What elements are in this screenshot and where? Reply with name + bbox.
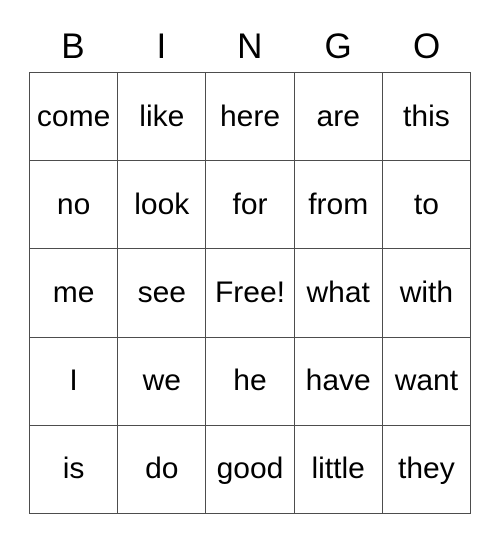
header-letter-n: N [237, 27, 263, 66]
bingo-cell-label: come [36, 99, 111, 133]
bingo-cell-label: we [142, 364, 181, 398]
bingo-cell[interactable]: come [30, 73, 119, 162]
bingo-cell-label: little [311, 452, 365, 486]
bingo-cell[interactable]: are [294, 73, 383, 162]
bingo-cell[interactable]: we [118, 337, 207, 426]
header-letter-b: B [61, 27, 86, 66]
bingo-cell[interactable]: they [382, 425, 471, 514]
bingo-cell-label: here [219, 99, 281, 133]
bingo-cell[interactable]: I [30, 337, 119, 426]
bingo-cell[interactable]: want [382, 337, 471, 426]
bingo-cell-free-space[interactable]: Free! [206, 249, 295, 338]
bingo-cell[interactable]: for [206, 161, 295, 250]
bingo-cell[interactable]: here [206, 73, 295, 162]
bingo-card: B I N G O come like here are this no loo… [0, 0, 500, 544]
bingo-cell[interactable]: what [294, 249, 383, 338]
bingo-cell-label: what [306, 275, 370, 309]
bingo-cell-label: want [394, 364, 459, 398]
header-letter-g: G [324, 27, 353, 66]
bingo-cell[interactable]: see [118, 249, 207, 338]
bingo-cell-label: they [398, 452, 455, 486]
bingo-cell-label: like [139, 99, 185, 133]
bingo-header-row: B I N G O [29, 21, 471, 72]
bingo-cell-label: see [137, 275, 186, 309]
bingo-cell[interactable]: no [30, 161, 119, 250]
bingo-cell[interactable]: with [382, 249, 471, 338]
bingo-cell-label: I [69, 364, 78, 398]
bingo-cell[interactable]: little [294, 425, 383, 514]
bingo-cell[interactable]: to [382, 161, 471, 250]
bingo-cell[interactable]: do [118, 425, 207, 514]
bingo-cell[interactable]: look [118, 161, 207, 250]
bingo-cell-label: is [62, 452, 85, 486]
bingo-cell-label: no [56, 187, 91, 221]
bingo-cell[interactable]: from [294, 161, 383, 250]
bingo-cell-label: he [233, 364, 267, 398]
bingo-cell-label: look [134, 187, 190, 221]
bingo-cell-label: good [216, 452, 284, 486]
header-letter-i: I [156, 27, 167, 66]
bingo-cell-label: with [399, 275, 454, 309]
bingo-cell-label: have [305, 364, 371, 398]
header-letter-o: O [412, 27, 441, 66]
bingo-cell[interactable]: he [206, 337, 295, 426]
bingo-cell-label: do [145, 452, 179, 486]
bingo-cell[interactable]: this [382, 73, 471, 162]
bingo-cell[interactable]: good [206, 425, 295, 514]
bingo-cell-label: this [403, 99, 450, 133]
bingo-free-space-label: Free! [214, 275, 285, 309]
bingo-grid: come like here are this no look for from… [29, 72, 471, 514]
bingo-cell[interactable]: is [30, 425, 119, 514]
bingo-cell-label: me [52, 275, 95, 309]
bingo-cell-label: are [316, 99, 360, 133]
bingo-cell[interactable]: me [30, 249, 119, 338]
bingo-cell-label: from [308, 187, 369, 221]
bingo-cell-label: to [413, 187, 439, 221]
bingo-cell[interactable]: like [118, 73, 207, 162]
bingo-cell-label: for [232, 187, 268, 221]
bingo-cell[interactable]: have [294, 337, 383, 426]
